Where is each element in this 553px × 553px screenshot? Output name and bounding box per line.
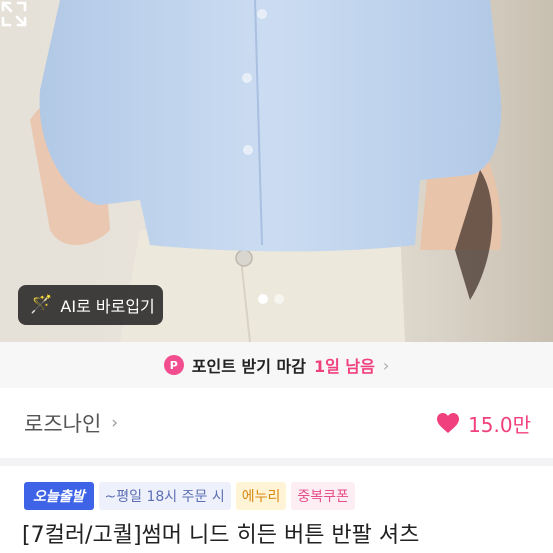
magic-wand-icon: 🪄 xyxy=(30,294,53,315)
product-badges: 오늘출발 ~평일 18시 주문 시 에누리 중복쿠폰 xyxy=(24,482,355,510)
heart-icon xyxy=(437,413,460,433)
shop-link[interactable]: 로즈나인 › xyxy=(24,408,118,438)
badge-coupon: 중복쿠폰 xyxy=(291,482,355,510)
ai-try-on-button[interactable]: 🪄 AI로 바로입기 xyxy=(18,285,163,325)
point-badge-icon: P xyxy=(163,355,184,375)
image-pager xyxy=(258,294,284,304)
like-button[interactable]: 15.0만 xyxy=(436,409,531,438)
badge-today-shipping: 오늘출발 xyxy=(24,482,94,510)
point-deadline-banner[interactable]: P 포인트 받기 마감 1일 남음 › xyxy=(0,342,553,388)
product-image[interactable]: 🪄 AI로 바로입기 xyxy=(0,0,553,342)
badge-shipping-cutoff: ~평일 18시 주문 시 xyxy=(98,482,231,510)
badge-point: 에누리 xyxy=(235,482,287,510)
expand-icon[interactable] xyxy=(0,0,28,28)
point-remaining: 1일 남음 xyxy=(313,357,375,376)
shop-name: 로즈나인 xyxy=(24,412,102,436)
shop-row: 로즈나인 › 15.0만 xyxy=(0,400,553,446)
chevron-right-icon: › xyxy=(111,413,119,433)
product-title: [7컬러/고퀄]썸머 니드 히든 버튼 반팔 셔츠 xyxy=(22,523,420,548)
chevron-right-icon: › xyxy=(382,355,390,375)
ai-try-on-label: AI로 바로입기 xyxy=(60,297,155,316)
pager-dot-active[interactable] xyxy=(258,294,268,304)
point-banner-text: 포인트 받기 마감 xyxy=(191,357,306,376)
like-count: 15.0만 xyxy=(468,412,531,437)
pager-dot[interactable] xyxy=(274,294,284,304)
section-divider xyxy=(0,458,553,466)
